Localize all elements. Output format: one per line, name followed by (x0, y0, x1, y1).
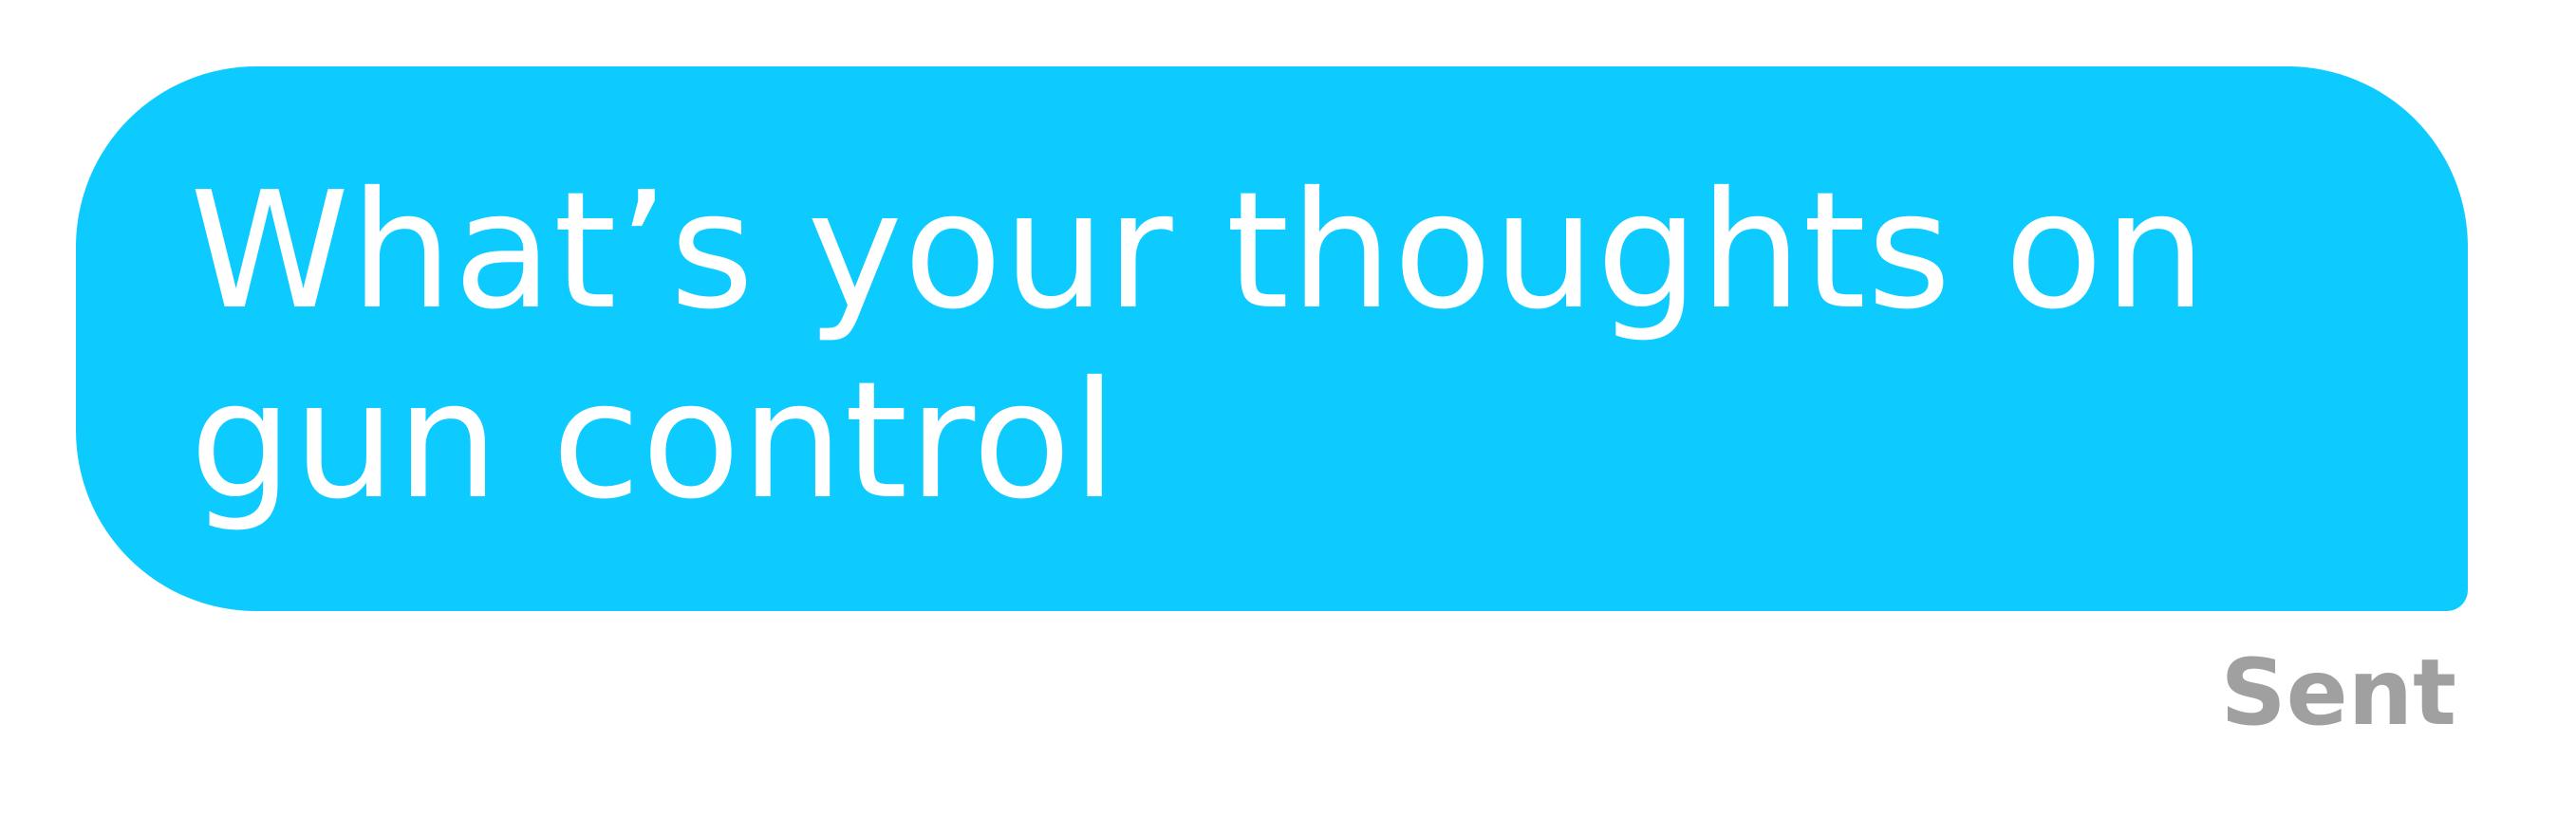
delivery-status: Sent (2220, 640, 2456, 746)
message-text: What’s your thoughts on gun control (190, 158, 2208, 535)
message-thread: What’s your thoughts on gun control Sent (0, 0, 2576, 816)
sent-message-bubble[interactable]: What’s your thoughts on gun control (76, 66, 2468, 611)
